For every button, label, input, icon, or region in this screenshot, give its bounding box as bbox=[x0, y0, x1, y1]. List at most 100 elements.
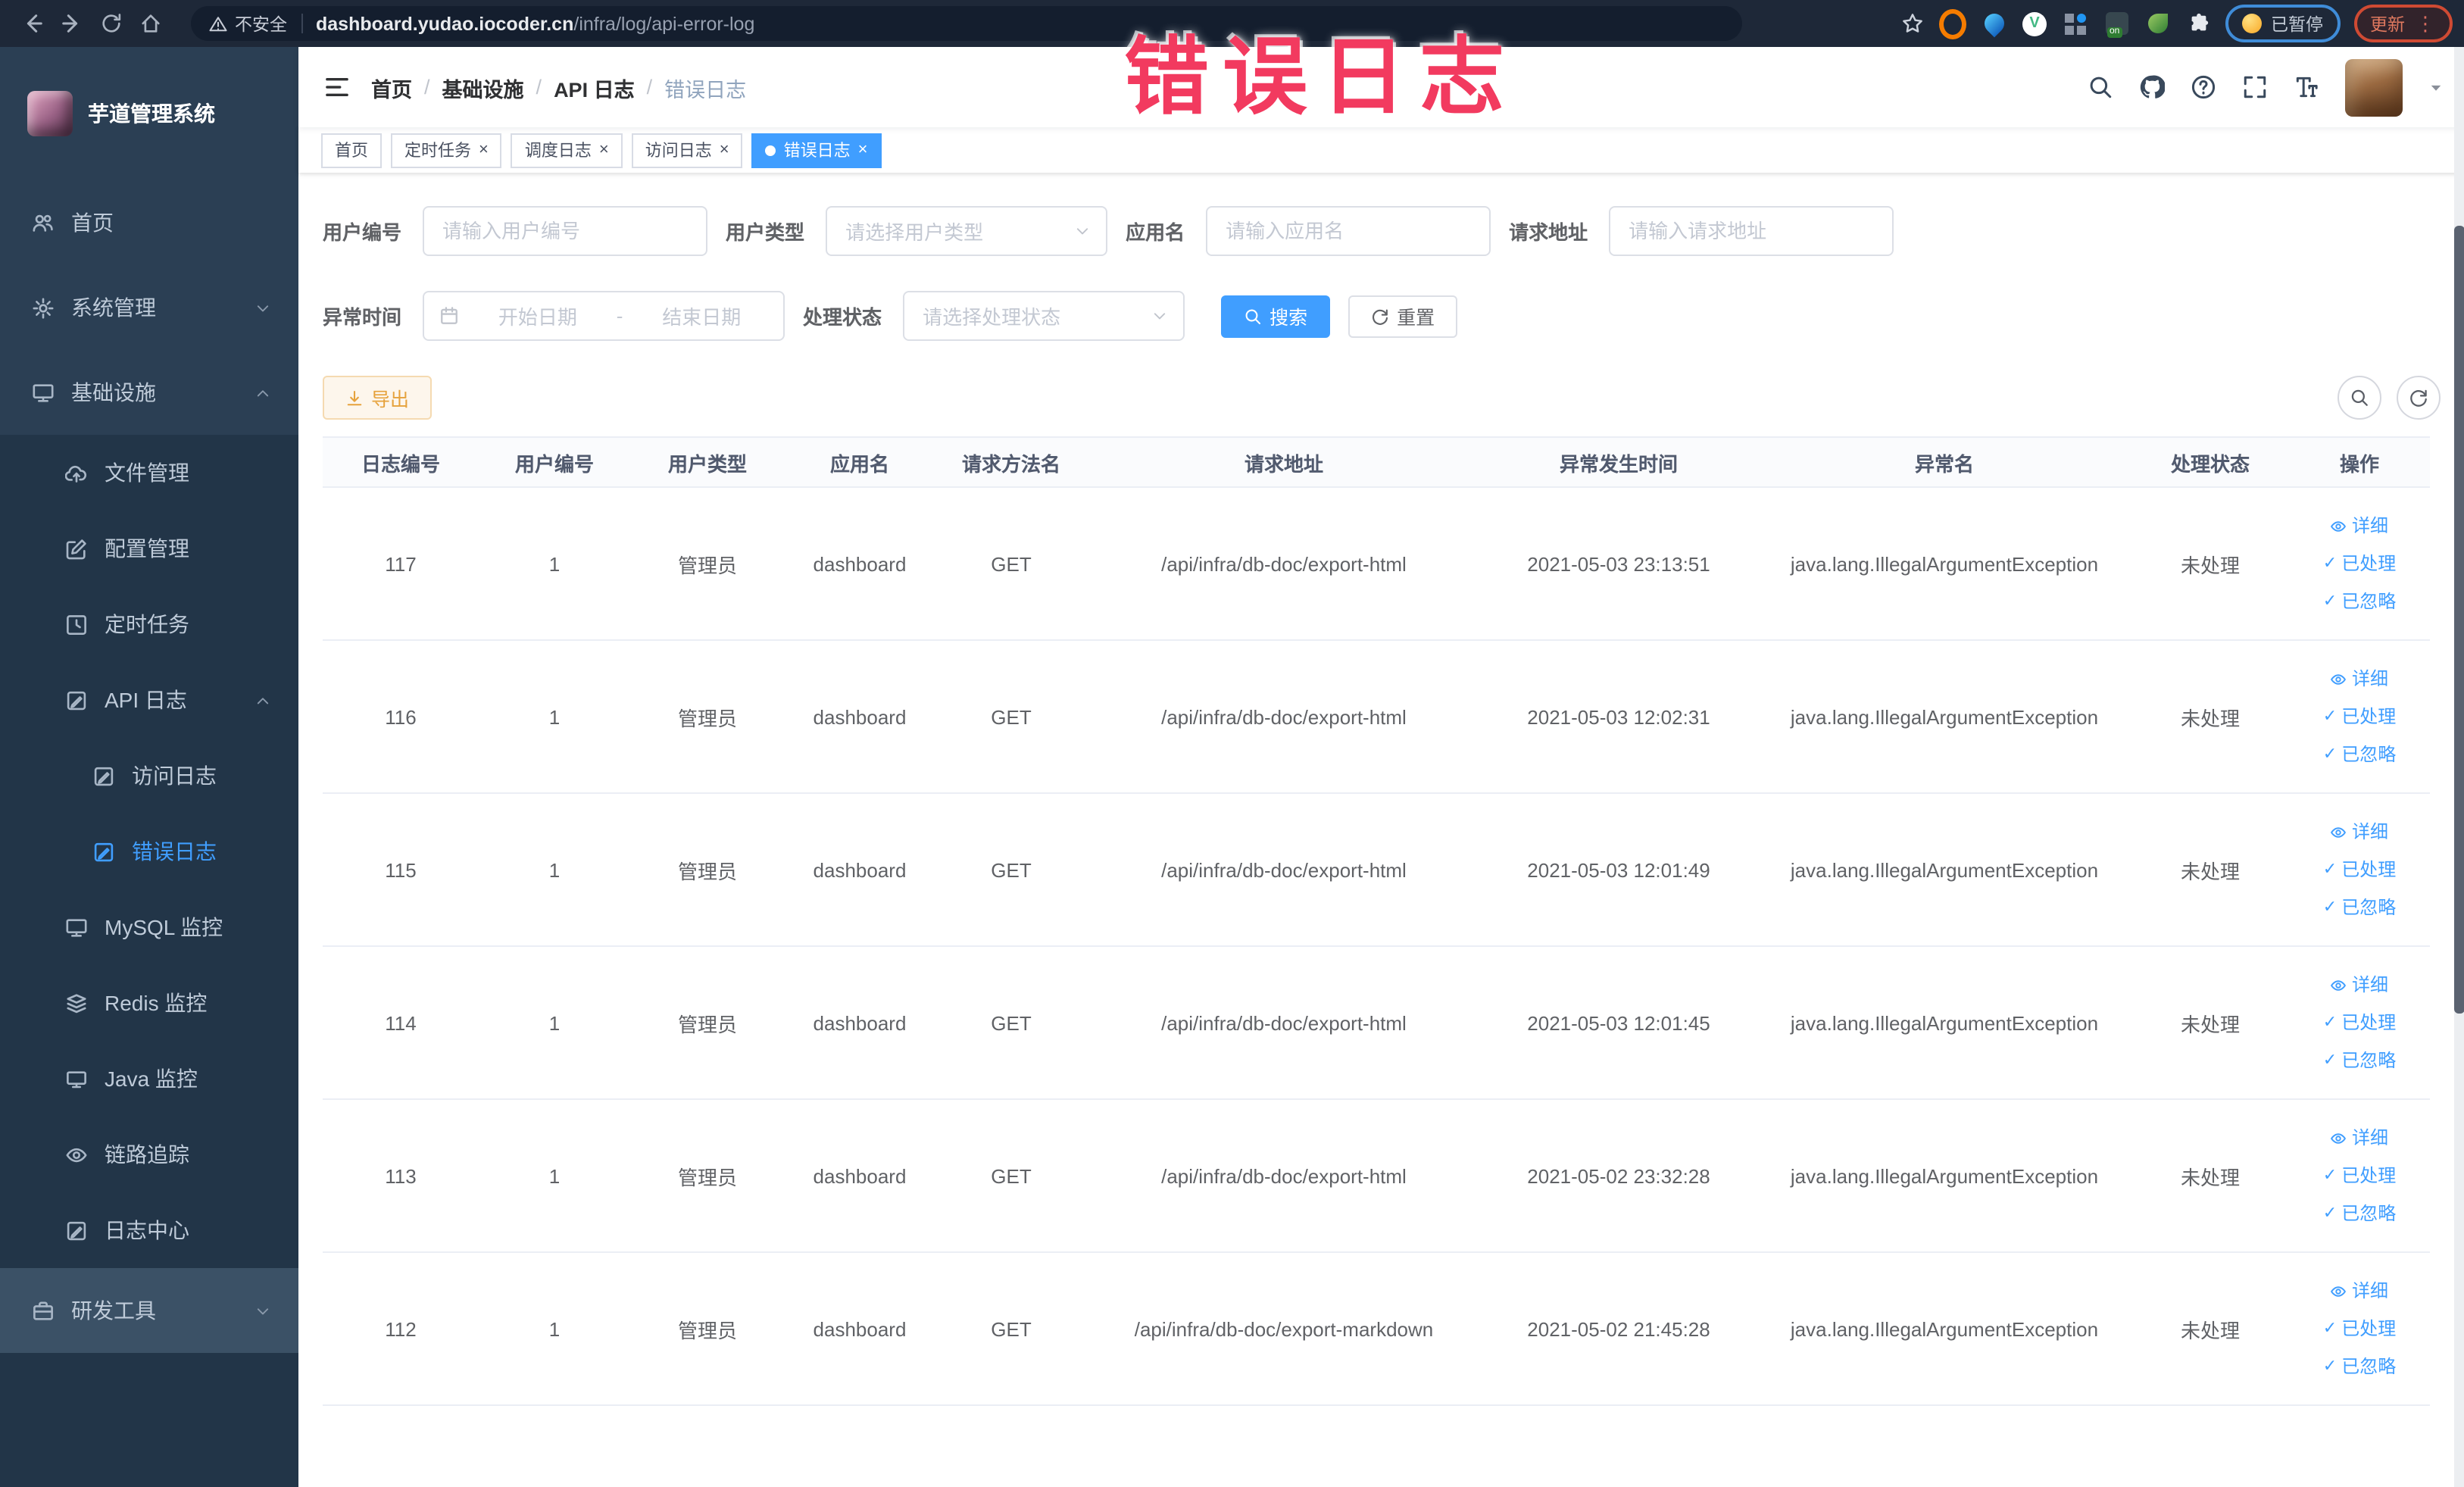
ext-switch-on-icon[interactable]: on bbox=[2103, 10, 2130, 38]
sidebar-item-error-log[interactable]: 错误日志 bbox=[0, 814, 298, 889]
extensions-puzzle-icon[interactable] bbox=[2184, 10, 2212, 37]
extensions-puzzle-icon bbox=[2191, 13, 2208, 31]
close-icon[interactable]: × bbox=[479, 141, 489, 158]
ext-leaf-icon[interactable] bbox=[2144, 10, 2171, 37]
cell-method: GET bbox=[935, 640, 1088, 794]
sidebar-item-file[interactable]: 文件管理 bbox=[0, 435, 298, 511]
cell-user_type: 管理员 bbox=[630, 1252, 785, 1406]
sidebar-item-label: Java 监控 bbox=[105, 1067, 198, 1091]
header-search-icon[interactable] bbox=[2087, 74, 2113, 100]
browser-home-button[interactable] bbox=[130, 4, 170, 43]
refresh-table-button[interactable] bbox=[2396, 376, 2440, 420]
close-icon[interactable]: × bbox=[720, 141, 729, 158]
sidebar-item-home[interactable]: 首页 bbox=[0, 180, 298, 265]
ext-shield-icon[interactable] bbox=[1979, 9, 2008, 38]
sidebar-item-dev-tools[interactable]: 研发工具 bbox=[0, 1268, 298, 1353]
cell-time: 2021-05-03 12:01:49 bbox=[1480, 793, 1757, 947]
sidebar-item-redis[interactable]: Redis 监控 bbox=[0, 965, 298, 1041]
tab-home[interactable]: 首页 bbox=[321, 133, 382, 167]
user-avatar[interactable] bbox=[2344, 58, 2402, 116]
request-url-input[interactable] bbox=[1609, 206, 1894, 256]
avatar-caret-down-icon[interactable] bbox=[2428, 80, 2443, 95]
toggle-search-button[interactable] bbox=[2337, 376, 2381, 420]
ignored-link[interactable]: ✓ 已忽略 bbox=[2295, 1195, 2424, 1232]
briefcase-icon bbox=[33, 1301, 52, 1320]
user-type-select[interactable]: 请选择用户类型 bbox=[826, 206, 1108, 256]
browser-update-chip[interactable]: 更新 ⋮ bbox=[2353, 5, 2452, 42]
browser-profile-button[interactable]: 已暂停 bbox=[2225, 5, 2340, 42]
sidebar-logo-row[interactable]: 芋道管理系统 bbox=[0, 47, 298, 180]
tab-error-log[interactable]: 错误日志 × bbox=[751, 133, 882, 167]
reset-button[interactable]: 重置 bbox=[1348, 295, 1458, 337]
detail-link[interactable]: 详细 bbox=[2295, 507, 2424, 545]
column-header-8: 处理状态 bbox=[2131, 437, 2289, 488]
table-row: 113 1 管理员 dashboard GET/api/infra/db-doc/exp… bbox=[323, 1099, 2430, 1253]
tab-job[interactable]: 定时任务 × bbox=[391, 133, 502, 167]
sidebar-item-mysql[interactable]: MySQL 监控 bbox=[0, 889, 298, 965]
breadcrumb-infra[interactable]: 基础设施 bbox=[442, 72, 524, 102]
breadcrumb-api-log[interactable]: API 日志 bbox=[554, 72, 635, 102]
ignored-link[interactable]: ✓ 已忽略 bbox=[2295, 736, 2424, 773]
browser-menu-icon[interactable]: ⋮ bbox=[2416, 14, 2435, 33]
bookmark-star-icon[interactable] bbox=[1898, 10, 1925, 37]
security-chip[interactable]: 不安全 bbox=[209, 11, 287, 36]
processed-link[interactable]: ✓ 已处理 bbox=[2295, 851, 2424, 889]
sidebar-item-job[interactable]: 定时任务 bbox=[0, 586, 298, 662]
sidebar-item-access-log[interactable]: 访问日志 bbox=[0, 738, 298, 814]
close-icon[interactable]: × bbox=[599, 141, 609, 158]
eye-icon bbox=[65, 1147, 86, 1162]
processed-link[interactable]: ✓ 已处理 bbox=[2295, 545, 2424, 583]
exception-time-range-picker[interactable]: 开始日期 - 结束日期 bbox=[423, 291, 785, 341]
search-button[interactable]: 搜索 bbox=[1221, 295, 1331, 337]
tab-job-log[interactable]: 调度日志 × bbox=[511, 133, 623, 167]
chevron-up-icon bbox=[257, 697, 269, 704]
fullscreen-icon[interactable] bbox=[2241, 74, 2267, 100]
processed-link[interactable]: ✓ 已处理 bbox=[2295, 1310, 2424, 1348]
scrollbar-thumb[interactable] bbox=[2453, 226, 2464, 1014]
ext-adblock-icon[interactable] bbox=[1939, 8, 1966, 39]
browser-forward-button[interactable] bbox=[52, 4, 91, 43]
cell-url: /api/infra/db-doc/export-markdown bbox=[1088, 1252, 1480, 1406]
font-size-icon[interactable] bbox=[2293, 74, 2319, 100]
detail-link[interactable]: 详细 bbox=[2295, 1119, 2424, 1157]
export-button[interactable]: 导出 bbox=[323, 376, 433, 420]
column-header-9: 操作 bbox=[2289, 437, 2430, 488]
hamburger-icon[interactable] bbox=[298, 76, 371, 98]
download-icon bbox=[345, 389, 364, 407]
calendar-icon bbox=[439, 306, 459, 326]
processed-link[interactable]: ✓ 已处理 bbox=[2295, 698, 2424, 736]
tags-view-bar: 首页 定时任务 × 调度日志 × 访问日志 × 错误日志 × bbox=[298, 127, 2464, 173]
ignored-link[interactable]: ✓ 已忽略 bbox=[2295, 583, 2424, 620]
sidebar-item-log-center[interactable]: 日志中心 bbox=[0, 1192, 298, 1268]
tab-access-log[interactable]: 访问日志 × bbox=[631, 133, 743, 167]
app-name-input[interactable] bbox=[1206, 206, 1491, 256]
sidebar-item-infra[interactable]: 基础设施 bbox=[0, 350, 298, 435]
sidebar-item-label: 基础设施 bbox=[71, 380, 156, 405]
close-icon[interactable]: × bbox=[858, 141, 868, 158]
processed-link[interactable]: ✓ 已处理 bbox=[2295, 1004, 2424, 1042]
ignored-link[interactable]: ✓ 已忽略 bbox=[2295, 1348, 2424, 1385]
ignored-link[interactable]: ✓ 已忽略 bbox=[2295, 889, 2424, 926]
process-status-select[interactable]: 请选择处理状态 bbox=[903, 291, 1185, 341]
github-icon[interactable] bbox=[2138, 74, 2164, 100]
detail-link[interactable]: 详细 bbox=[2295, 660, 2424, 698]
ext-vue-devtools-icon[interactable]: V bbox=[2021, 10, 2048, 37]
detail-link[interactable]: 详细 bbox=[2295, 1272, 2424, 1310]
detail-link[interactable]: 详细 bbox=[2295, 966, 2424, 1004]
sidebar-item-api-log[interactable]: API 日志 bbox=[0, 662, 298, 738]
detail-link[interactable]: 详细 bbox=[2295, 813, 2424, 851]
browser-reload-button[interactable] bbox=[91, 4, 130, 43]
sidebar-item-trace[interactable]: 链路追踪 bbox=[0, 1117, 298, 1192]
browser-back-button[interactable] bbox=[12, 4, 52, 43]
sidebar-item-java[interactable]: Java 监控 bbox=[0, 1041, 298, 1117]
sidebar-item-system[interactable]: 系统管理 bbox=[0, 265, 298, 350]
column-header-7: 异常名 bbox=[1757, 437, 2131, 488]
processed-link[interactable]: ✓ 已处理 bbox=[2295, 1157, 2424, 1195]
help-icon[interactable] bbox=[2190, 74, 2216, 100]
sidebar-item-label: 定时任务 bbox=[105, 612, 189, 636]
user-id-input[interactable] bbox=[423, 206, 708, 256]
breadcrumb-home[interactable]: 首页 bbox=[371, 72, 412, 102]
ignored-link[interactable]: ✓ 已忽略 bbox=[2295, 1042, 2424, 1079]
sidebar-item-config[interactable]: 配置管理 bbox=[0, 511, 298, 586]
ext-grid-icon[interactable] bbox=[2062, 10, 2089, 37]
